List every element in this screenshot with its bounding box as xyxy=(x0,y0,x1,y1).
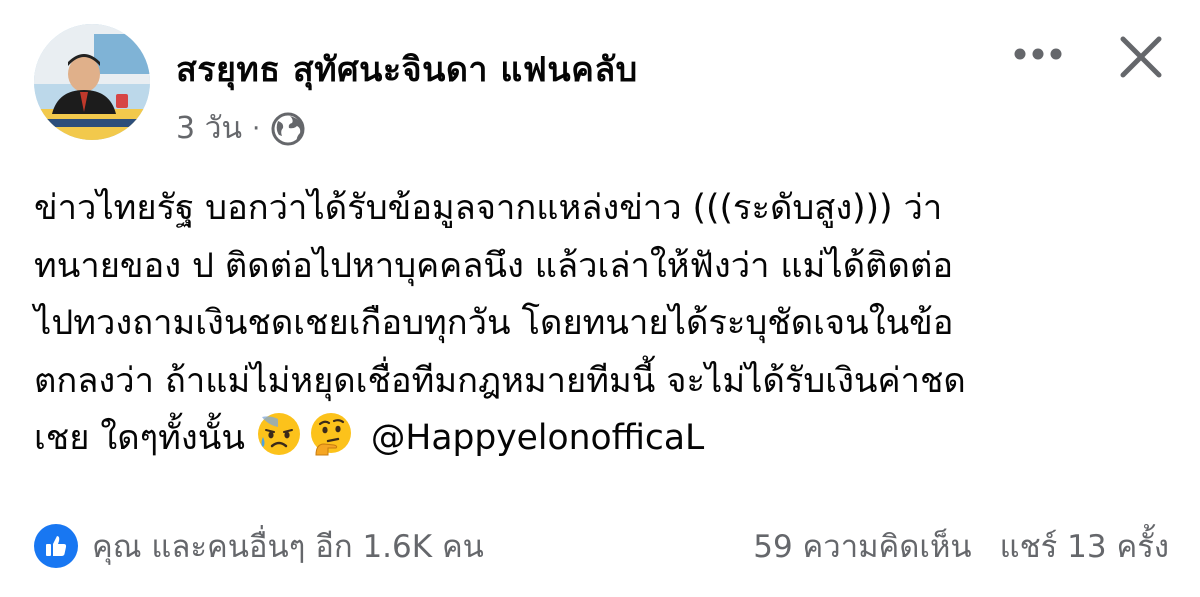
thinking-face-emoji xyxy=(310,413,351,456)
like-icon xyxy=(34,524,78,568)
post-text-last-line: เชย ใดๆทั้งนั้น @HappyelonofficaL xyxy=(34,410,1169,468)
post-text-line: ตกลงว่า ถ้าแม่ไม่หยุดเชื่อทีมกฎหมายทีมนี… xyxy=(34,360,966,401)
post-meta: 3 วัน · xyxy=(176,105,306,152)
post-body: ข่าวไทยรัฐ บอกว่าได้รับข้อมูลจากแหล่งข่า… xyxy=(34,180,1169,468)
comments-count-link[interactable]: 59 ความคิดเห็น xyxy=(753,521,971,571)
post-footer: คุณ และคนอื่นๆ อีก 1.6K คน 59 ความคิดเห็… xyxy=(34,522,1169,570)
facebook-post: สรยุทธ สุทัศนะจินดา แฟนคลับ 3 วัน · ข่าว… xyxy=(0,0,1200,597)
sad-sweat-face-emoji xyxy=(257,413,300,455)
user-mention-link[interactable]: @HappyelonofficaL xyxy=(371,418,704,458)
shares-count-link[interactable]: แชร์ 13 ครั้ง xyxy=(1000,521,1169,571)
engagement-stats: 59 ความคิดเห็น แชร์ 13 ครั้ง xyxy=(753,521,1169,571)
close-button[interactable] xyxy=(1110,26,1172,88)
author-avatar[interactable] xyxy=(34,24,150,140)
reactions-count: คุณ และคนอื่นๆ อีก 1.6K คน xyxy=(92,529,484,565)
author-name[interactable]: สรยุทธ สุทัศนะจินดา แฟนคลับ xyxy=(176,42,638,96)
post-text-line: ข่าวไทยรัฐ บอกว่าได้รับข้อมูลจากแหล่งข่า… xyxy=(34,188,943,228)
post-text-line: เชย ใดๆทั้งนั้น xyxy=(34,418,245,458)
post-time[interactable]: 3 วัน xyxy=(176,105,242,152)
more-horizontal-icon xyxy=(1014,48,1062,60)
globe-icon xyxy=(270,111,306,147)
post-text-line: ไปทวงถามเงินชดเชยเกือบทุกวัน โดยทนายได้ร… xyxy=(34,303,954,343)
reactions-summary[interactable]: คุณ และคนอื่นๆ อีก 1.6K คน xyxy=(34,521,484,571)
meta-separator: · xyxy=(251,113,261,144)
post-text-line: ทนายของ ป ติดต่อไปหาบุคคลนึง แล้วเล่าให้… xyxy=(34,245,954,286)
more-options-button[interactable] xyxy=(1010,34,1066,74)
close-icon xyxy=(1120,36,1162,78)
